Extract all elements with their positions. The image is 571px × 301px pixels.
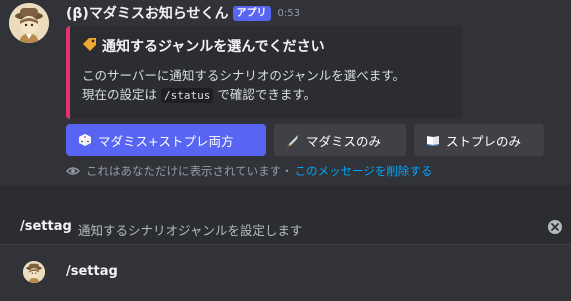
eye-icon: [66, 165, 80, 177]
close-icon[interactable]: [547, 219, 563, 235]
chat-area: (β)マダミスお知らせくん アプリ 0:53 通知するジャンルを選んでください …: [0, 0, 571, 185]
storyplay-only-label: ストプレのみ: [446, 133, 522, 149]
detective-avatar-icon: [23, 261, 45, 283]
both-genres-label: マダミス+ストプレ両方: [98, 133, 234, 149]
embed-desc-prefix: 現在の設定は: [82, 87, 161, 102]
timestamp[interactable]: 0:53: [278, 8, 300, 19]
command-option-name: /settag: [66, 264, 118, 279]
game-die-icon: [78, 133, 92, 147]
command-name: /settag: [20, 219, 72, 234]
ephemeral-notice: これはあなただけに表示されています・ このメッセージを削除する: [66, 163, 432, 179]
bot-name[interactable]: (β)マダミスお知らせくん: [66, 3, 229, 23]
embed-desc-suffix: で確認できます。: [213, 87, 317, 102]
madamis-only-button[interactable]: マダミスのみ: [274, 124, 406, 156]
chat-bottom-fade: [0, 185, 571, 209]
embed-desc-line1: このサーバーに通知するシナリオのジャンルを選べます。: [82, 68, 406, 83]
message-header: (β)マダミスお知らせくん アプリ 0:53: [66, 3, 300, 23]
embed-desc-line2: 現在の設定は /status で確認できます。: [82, 85, 405, 105]
open-book-icon: [426, 133, 440, 147]
madamis-only-label: マダミスのみ: [306, 133, 382, 149]
both-genres-button[interactable]: マダミス+ストプレ両方: [66, 124, 266, 156]
detective-avatar-icon: [9, 3, 49, 43]
button-row: マダミス+ストプレ両方 マダミスのみ ストプレのみ: [66, 124, 544, 156]
bot-avatar[interactable]: [9, 3, 49, 43]
command-header: /settag 通知するシナリオジャンルを設定します: [0, 209, 571, 245]
embed-title: 通知するジャンルを選んでください: [102, 39, 325, 55]
storyplay-only-button[interactable]: ストプレのみ: [414, 124, 544, 156]
embed-title-row: 通知するジャンルを選んでください: [82, 36, 325, 56]
bot-avatar-small: [23, 261, 45, 283]
knife-icon: [286, 133, 300, 147]
ephemeral-text: これはあなただけに表示されています・: [86, 164, 293, 178]
status-command-code: /status: [160, 88, 214, 103]
slash-command-panel: /settag 通知するシナリオジャンルを設定します /settag: [0, 209, 571, 301]
command-option-row[interactable]: /settag: [0, 245, 571, 301]
app-badge: アプリ: [232, 5, 271, 21]
embed-description: このサーバーに通知するシナリオのジャンルを選べます。 現在の設定は /statu…: [82, 66, 405, 105]
label-tag-icon: [82, 36, 98, 56]
command-description: 通知するシナリオジャンルを設定します: [78, 223, 303, 238]
dismiss-message-link[interactable]: このメッセージを削除する: [295, 163, 433, 179]
embed: 通知するジャンルを選んでください このサーバーに通知するシナリオのジャンルを選べ…: [66, 26, 462, 119]
